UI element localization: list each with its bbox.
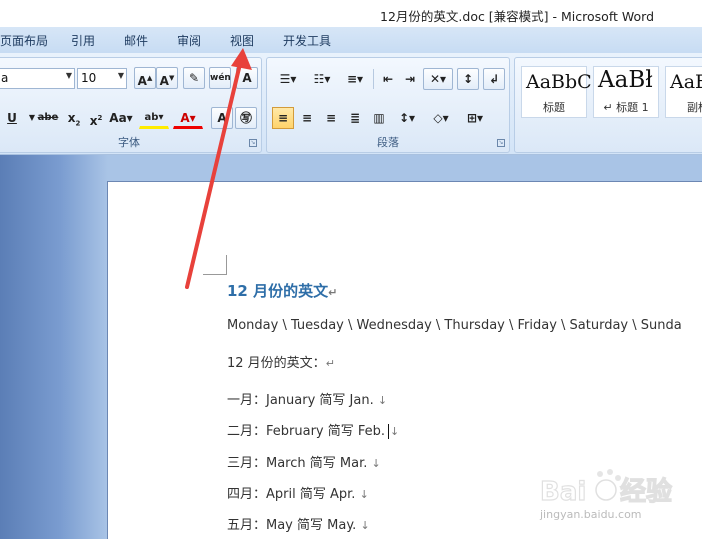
decrease-indent-button[interactable]: ⇤ xyxy=(377,68,399,90)
svg-text:Bai: Bai xyxy=(540,477,586,507)
ribbon-tabs: 页面布局 引用 邮件 审阅 视图 开发工具 xyxy=(0,27,702,53)
justify-button[interactable]: ≣ xyxy=(344,107,366,129)
chevron-down-icon[interactable]: ▼ xyxy=(118,71,124,80)
phonetic-guide-icon[interactable]: wén xyxy=(209,67,231,89)
margin-corner-mark xyxy=(203,255,227,275)
ribbon: a ▼ 10 ▼ A▲ A▼ ✎ wén A U ▼ abe x2 x2 Aa▾… xyxy=(0,53,702,155)
align-center-button[interactable]: ≡ xyxy=(296,107,318,129)
paragraph-mark: ↵ xyxy=(328,286,338,299)
style-sample: AaBbC xyxy=(526,71,592,93)
style-sample: AaE xyxy=(670,71,702,93)
style-caption: ↵ 标题 1 xyxy=(603,101,649,114)
month-line[interactable]: 四月：April 简写 Apr. ↓ xyxy=(227,483,369,502)
strikethrough-button[interactable]: abe xyxy=(35,107,61,129)
style-caption: 副标 xyxy=(687,101,702,114)
sort-button[interactable]: ↕ xyxy=(457,68,479,90)
line-break-mark: ↓ xyxy=(390,425,400,438)
month-text: 四月：April 简写 Apr. xyxy=(227,487,356,502)
chevron-down-icon[interactable]: ▼ xyxy=(66,71,72,80)
subscript-button[interactable]: x2 xyxy=(63,107,85,129)
line-spacing-button[interactable]: ↕▾ xyxy=(392,107,422,129)
font-group-label: 字体 xyxy=(118,136,140,149)
multilevel-list-button[interactable]: ≡▾ xyxy=(340,68,370,90)
style-tile[interactable]: AaBł ↵ 标题 1 xyxy=(593,66,659,118)
style-caption: 标题 xyxy=(543,101,565,114)
month-text: 三月：March 简写 Mar. xyxy=(227,456,368,471)
tab-references[interactable]: 引用 xyxy=(71,32,95,49)
font-color-button[interactable]: A▾ xyxy=(173,107,203,129)
grow-font-button[interactable]: A▲ xyxy=(134,67,156,89)
dialog-launcher-icon[interactable]: ↘ xyxy=(497,139,505,147)
tab-page-layout[interactable]: 页面布局 xyxy=(0,32,48,49)
chinese-layout-button[interactable]: ✕▾ xyxy=(423,68,453,90)
line-break-mark: ↓ xyxy=(371,457,381,470)
intro-text: 12 月份的英文： xyxy=(227,356,326,371)
paragraph-mark: ↵ xyxy=(325,357,335,370)
document-heading[interactable]: 12 月份的英文↵ xyxy=(227,280,337,301)
char-border-icon[interactable]: A xyxy=(236,67,258,89)
style-tile[interactable]: AaE 副标 xyxy=(665,66,702,118)
shrink-font-button[interactable]: A▼ xyxy=(156,67,178,89)
paragraph-group-label: 段落 xyxy=(377,136,399,149)
font-name-value: a xyxy=(1,71,9,85)
dialog-launcher-icon[interactable]: ↘ xyxy=(249,139,257,147)
month-line[interactable]: 二月：February 简写 Feb. ↓ xyxy=(227,420,399,439)
superscript-button[interactable]: x2 xyxy=(85,107,107,129)
text-cursor xyxy=(388,424,390,439)
bullets-button[interactable]: ☰▾ xyxy=(272,68,304,90)
days-line[interactable]: Monday \ Tuesday \ Wednesday \ Thursday … xyxy=(227,318,682,333)
enclose-char-icon[interactable]: ㊢ xyxy=(235,107,257,129)
month-line[interactable]: 五月：May 简写 May. ↓ xyxy=(227,514,370,533)
tab-review[interactable]: 审阅 xyxy=(177,32,201,49)
heading-text: 12 月份的英文 xyxy=(227,282,329,300)
tab-mailings[interactable]: 邮件 xyxy=(124,32,148,49)
intro-line[interactable]: 12 月份的英文：↵ xyxy=(227,352,335,371)
tab-view[interactable]: 视图 xyxy=(230,32,254,49)
line-break-mark: ↓ xyxy=(360,519,370,532)
month-line[interactable]: 三月：March 简写 Mar. ↓ xyxy=(227,452,381,471)
font-name-combo[interactable]: a ▼ xyxy=(0,68,75,89)
tab-developer[interactable]: 开发工具 xyxy=(283,32,331,49)
distributed-button[interactable]: ▥ xyxy=(368,107,390,129)
month-text: 一月：January 简写 Jan. xyxy=(227,393,374,408)
month-text: 二月：February 简写 Feb. xyxy=(227,424,386,439)
numbering-button[interactable]: ☷▾ xyxy=(306,68,338,90)
window-title: 12月份的英文.doc [兼容模式] - Microsoft Word xyxy=(380,9,655,24)
show-marks-button[interactable]: ↲ xyxy=(483,68,505,90)
line-break-mark: ↓ xyxy=(377,394,388,407)
title-bar: 12月份的英文.doc [兼容模式] - Microsoft Word xyxy=(0,0,702,27)
separator xyxy=(373,69,374,89)
styles-group: AaBbC 标题 AaBł ↵ 标题 1 AaE 副标 xyxy=(514,57,702,153)
change-case-button[interactable]: Aa▾ xyxy=(107,107,135,129)
month-line[interactable]: 一月：January 简写 Jan. ↓ xyxy=(227,389,387,408)
month-text: 五月：May 简写 May. xyxy=(227,518,357,533)
shading-button[interactable]: ◇▾ xyxy=(426,107,456,129)
paragraph-group: ☰▾ ☷▾ ≡▾ ⇤ ⇥ ✕▾ ↕ ↲ ≡ ≡ ≡ ≣ ▥ ↕▾ ◇▾ ⊞▾ 段… xyxy=(266,57,510,153)
highlight-color-button[interactable]: ab▾ xyxy=(139,107,169,129)
watermark-url: jingyan.baidu.com xyxy=(540,508,642,521)
clear-format-icon[interactable]: ✎ xyxy=(183,67,205,89)
increase-indent-button[interactable]: ⇥ xyxy=(399,68,421,90)
font-size-value: 10 xyxy=(81,71,97,85)
style-sample: AaBł xyxy=(598,67,653,93)
borders-button[interactable]: ⊞▾ xyxy=(460,107,490,129)
font-size-combo[interactable]: 10 ▼ xyxy=(77,68,127,89)
underline-button[interactable]: U xyxy=(1,107,23,129)
svg-text:经验: 经验 xyxy=(620,476,672,507)
font-group: a ▼ 10 ▼ A▲ A▼ ✎ wén A U ▼ abe x2 x2 Aa▾… xyxy=(0,57,262,153)
align-left-button[interactable]: ≡ xyxy=(272,107,294,129)
style-tile[interactable]: AaBbC 标题 xyxy=(521,66,592,118)
align-right-button[interactable]: ≡ xyxy=(320,107,342,129)
line-break-mark: ↓ xyxy=(359,488,369,501)
char-shading-icon[interactable]: A xyxy=(211,107,233,129)
